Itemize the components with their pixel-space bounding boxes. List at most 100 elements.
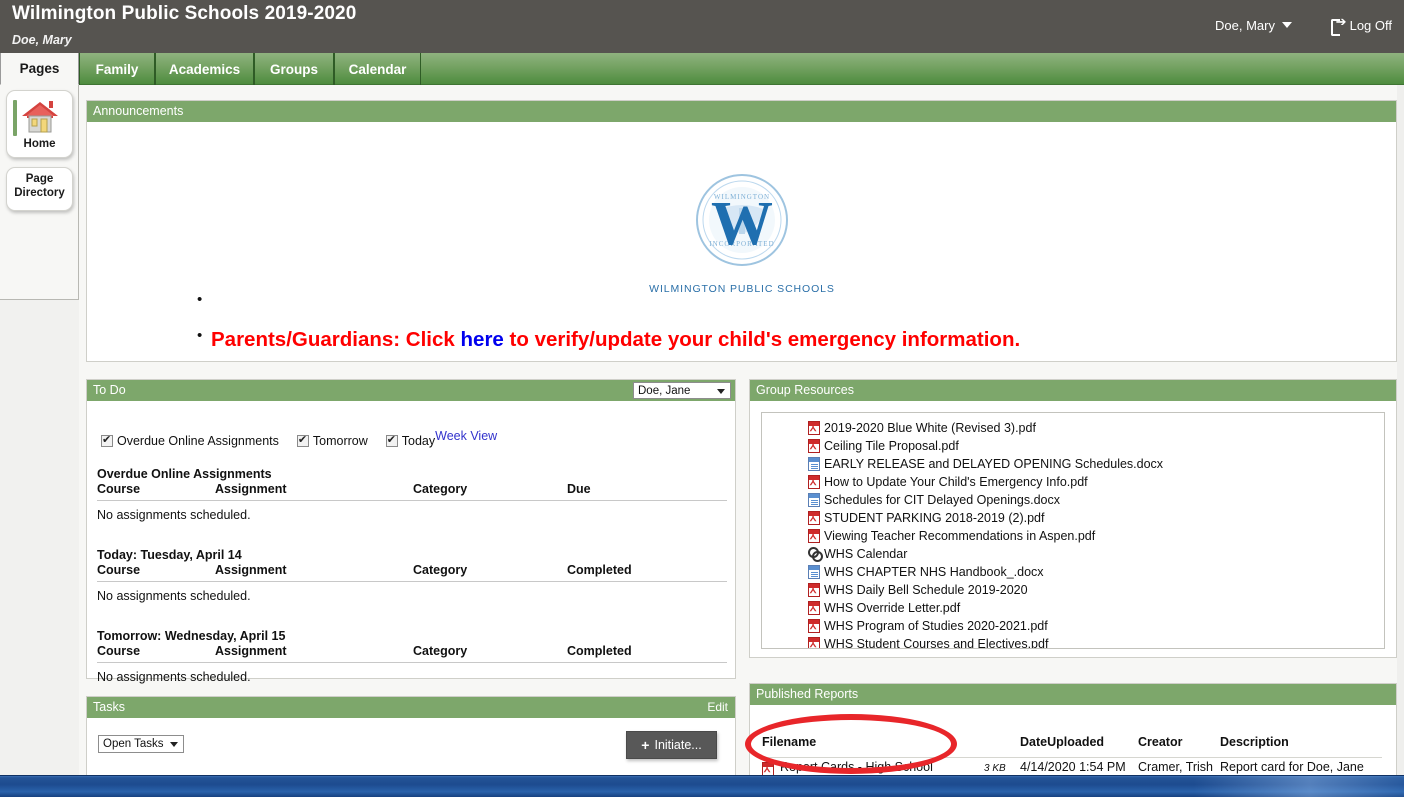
list-item[interactable]: EARLY RELEASE and DELAYED OPENING Schedu…: [762, 455, 1384, 473]
group-resources-panel: Group Resources 2019-2020 Blue White (Re…: [749, 379, 1397, 658]
todo-section-columns: Course Assignment Category Completed: [97, 644, 727, 663]
word-file-icon: [808, 565, 820, 579]
todo-filter-row: Overdue Online Assignments Tomorrow TodayW…: [101, 429, 497, 448]
list-item[interactable]: Schedules for CIT Delayed Openings.docx: [762, 491, 1384, 509]
filter-overdue-label: Overdue Online Assignments: [117, 434, 279, 448]
published-reports-panel: Published Reports Filename DateUploaded …: [749, 683, 1397, 791]
user-menu-label: Doe, Mary: [1215, 18, 1275, 33]
filter-overdue-online-assignments[interactable]: Overdue Online Assignments: [101, 433, 279, 448]
resource-name: WHS Program of Studies 2020-2021.pdf: [824, 619, 1048, 633]
list-item[interactable]: Ceiling Tile Proposal.pdf: [762, 437, 1384, 455]
column-course: Course: [97, 644, 141, 658]
tab-academics-label: Academics: [168, 61, 241, 77]
resource-name: EARLY RELEASE and DELAYED OPENING Schedu…: [824, 457, 1164, 471]
resource-name: WHS Student Courses and Electives.pdf: [824, 637, 1049, 649]
list-item[interactable]: WHS Daily Bell Schedule 2019-2020: [762, 581, 1384, 599]
announcement-item: Parents/Guardians: Click here to verify/…: [195, 328, 1325, 351]
pdf-file-icon: [808, 637, 820, 648]
column-assignment: Assignment: [215, 644, 287, 658]
checkbox-icon[interactable]: [385, 433, 398, 447]
list-item[interactable]: WHS Student Courses and Electives.pdf: [762, 635, 1384, 649]
tab-pages[interactable]: Pages: [0, 53, 79, 85]
list-item[interactable]: How to Update Your Child's Emergency Inf…: [762, 473, 1384, 491]
announcement-suffix: to verify/update your child's emergency …: [503, 328, 1021, 351]
initiate-button-label: Initiate...: [654, 738, 702, 752]
group-resources-panel-header: Group Resources: [750, 380, 1396, 401]
left-navigation-rail: Home Page Directory: [0, 85, 79, 300]
announcements-panel-header: Announcements: [87, 101, 1396, 122]
todo-student-select[interactable]: Doe, Jane: [633, 382, 731, 399]
page-directory-label-line2: Directory: [14, 187, 65, 199]
home-button-label: Home: [23, 138, 56, 150]
todo-section-columns: Course Assignment Category Due: [97, 482, 727, 501]
column-category: Category: [413, 563, 468, 577]
announcements-body: WILMINGTON INCORPORATED W WILMINGTON PUB…: [87, 122, 1396, 361]
emergency-info-link[interactable]: here: [461, 328, 504, 351]
column-assignment: Assignment: [215, 563, 287, 577]
vertical-scrollbar[interactable]: [1397, 85, 1404, 775]
word-file-icon: [808, 457, 820, 471]
plus-icon: +: [641, 737, 650, 753]
group-resources-body: 2019-2020 Blue White (Revised 3).pdf Cei…: [750, 401, 1396, 657]
checkbox-icon[interactable]: [101, 433, 113, 447]
tab-groups-label: Groups: [269, 61, 318, 77]
pdf-file-icon: [808, 439, 820, 453]
list-item[interactable]: WHS CHAPTER NHS Handbook_.docx: [762, 563, 1384, 581]
tasks-filter-select[interactable]: Open Tasks: [98, 735, 184, 753]
column-completed: Completed: [567, 644, 632, 658]
column-completed: Completed: [567, 563, 632, 577]
announcement-item-empty: [195, 292, 1325, 330]
list-item[interactable]: WHS Program of Studies 2020-2021.pdf: [762, 617, 1384, 635]
initiate-task-button[interactable]: + Initiate...: [626, 731, 717, 759]
user-menu-button[interactable]: Doe, Mary: [1215, 18, 1292, 33]
report-filename-link[interactable]: Report Cards - High School: [780, 760, 933, 774]
chevron-down-icon: [717, 389, 725, 394]
pdf-file-icon: [808, 475, 820, 489]
tab-academics[interactable]: Academics: [155, 53, 254, 85]
todo-title: To Do: [93, 383, 126, 397]
tab-calendar[interactable]: Calendar: [334, 53, 421, 85]
log-off-label: Log Off: [1349, 18, 1392, 33]
pdf-file-icon: [808, 619, 820, 633]
announcement-list: Parents/Guardians: Click here to verify/…: [195, 292, 1325, 351]
top-header-bar: Wilmington Public Schools 2019-2020 Doe,…: [0, 0, 1404, 53]
tab-groups[interactable]: Groups: [254, 53, 334, 85]
tasks-filter-selected-value: Open Tasks: [103, 738, 164, 750]
resource-name: 2019-2020 Blue White (Revised 3).pdf: [824, 421, 1036, 435]
resource-name: Viewing Teacher Recommendations in Aspen…: [824, 529, 1096, 543]
resource-name: WHS CHAPTER NHS Handbook_.docx: [824, 565, 1044, 579]
checkbox-icon[interactable]: [296, 433, 309, 447]
filter-today[interactable]: Today: [385, 433, 436, 448]
announcements-title: Announcements: [93, 104, 184, 118]
list-item[interactable]: WHS Calendar: [762, 545, 1384, 563]
list-item[interactable]: STUDENT PARKING 2018-2019 (2).pdf: [762, 509, 1384, 527]
page-directory-button[interactable]: Page Directory: [6, 167, 73, 211]
logged-in-user-subtitle: Doe, Mary: [12, 33, 72, 47]
list-item[interactable]: 2019-2020 Blue White (Revised 3).pdf: [762, 419, 1384, 437]
week-view-link[interactable]: Week View: [435, 429, 497, 443]
tasks-edit-link[interactable]: Edit: [707, 700, 728, 714]
resource-name: WHS Override Letter.pdf: [824, 601, 961, 615]
tasks-title: Tasks: [93, 700, 125, 714]
logout-icon: [1330, 15, 1346, 36]
report-creator: Cramer, Trish: [1138, 760, 1214, 774]
pdf-file-icon: [808, 583, 820, 597]
chevron-down-icon: [1282, 22, 1292, 28]
tab-family-label: Family: [95, 61, 139, 77]
todo-section-tomorrow: Tomorrow: Wednesday, April 15 Course Ass…: [97, 629, 727, 684]
published-reports-table-header: Filename DateUploaded Creator Descriptio…: [762, 735, 1382, 753]
column-filename: Filename: [762, 735, 817, 749]
filter-tomorrow[interactable]: Tomorrow: [296, 433, 368, 448]
todo-section-columns: Course Assignment Category Completed: [97, 563, 727, 582]
tab-calendar-label: Calendar: [348, 61, 407, 77]
list-item[interactable]: Viewing Teacher Recommendations in Aspen…: [762, 527, 1384, 545]
home-button[interactable]: Home: [6, 90, 73, 158]
announcement-text: Parents/Guardians: Click here to verify/…: [211, 328, 1020, 351]
filter-today-label: Today: [401, 434, 436, 448]
list-item[interactable]: WHS Override Letter.pdf: [762, 599, 1384, 617]
tab-family[interactable]: Family: [79, 53, 155, 85]
todo-section-title: Today: Tuesday, April 14: [97, 548, 242, 562]
column-course: Course: [97, 482, 141, 496]
group-resources-file-list: 2019-2020 Blue White (Revised 3).pdf Cei…: [761, 412, 1385, 649]
log-off-button[interactable]: Log Off: [1330, 15, 1392, 36]
